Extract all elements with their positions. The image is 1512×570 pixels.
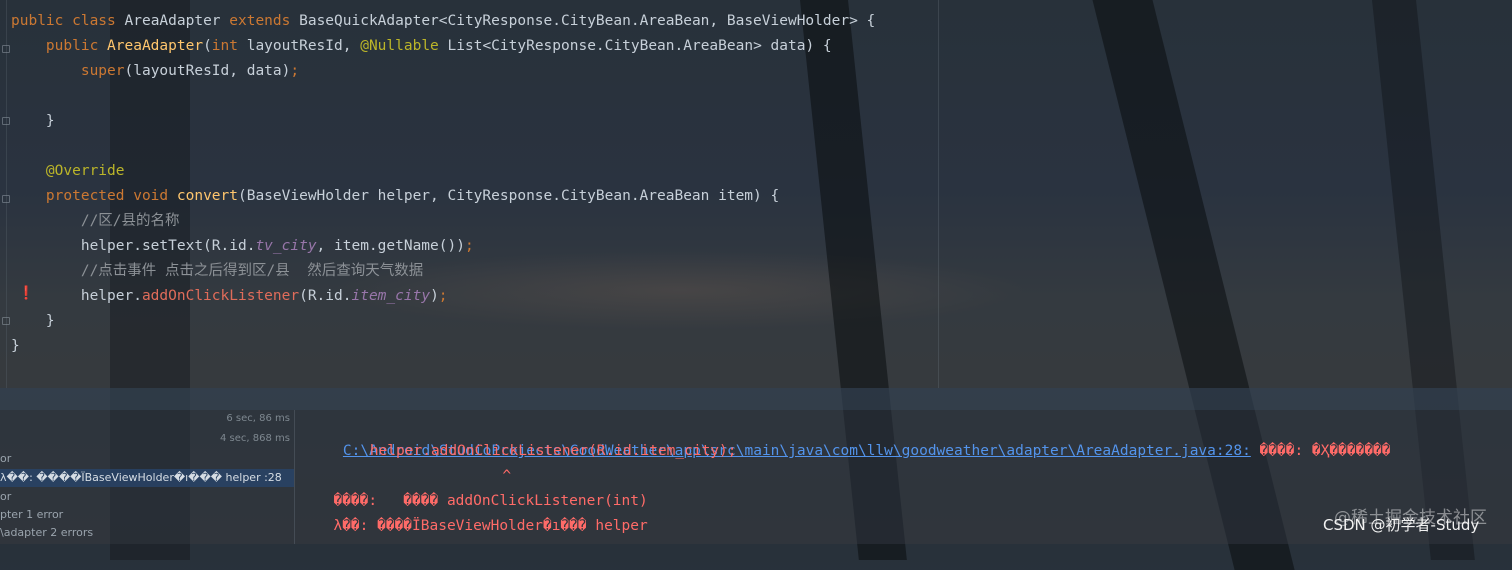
code-token: (R.id.: [299, 288, 352, 304]
code-line[interactable]: //点击事件 点击之后得到区/县 然后查询天气数据: [11, 259, 423, 284]
code-line[interactable]: public AreaAdapter(int layoutResId, @Nul…: [11, 34, 832, 59]
console-code-line: helper.addOnClickListener(R.id.item_city…: [300, 443, 737, 459]
code-token: }: [11, 338, 20, 354]
code-token: addOnClickListener: [141, 288, 300, 304]
code-token: protected void: [11, 188, 177, 204]
code-token: (layoutResId, data): [124, 63, 291, 79]
build-tree[interactable]: 6 sec, 86 ms 4 sec, 868 ms or λ��: ����ΪBas…: [0, 410, 295, 544]
console-symbol-line: ����: ���� addOnClickListener(int): [316, 493, 648, 509]
code-line[interactable]: public class AreaAdapter extends BaseQui…: [11, 9, 875, 34]
code-editor[interactable]: public class AreaAdapter extends BaseQui…: [0, 0, 1512, 388]
build-tree-time: 4 sec, 868 ms: [220, 433, 290, 444]
code-token: (BaseViewHolder helper, CityResponse.Cit…: [237, 188, 780, 204]
code-token: , item.getName()): [316, 238, 465, 254]
build-tree-label: or: [0, 452, 12, 465]
code-token: //点击事件 点击之后得到区/县 然后查询天气数据: [11, 263, 424, 279]
code-line[interactable]: }: [11, 309, 55, 334]
console-location-line: λ��: ����ΪBaseViewHolder�ı��� helper: [316, 518, 648, 534]
build-tree-row[interactable]: 4 sec, 868 ms: [0, 430, 294, 448]
build-tree-row[interactable]: pter 1 error: [0, 506, 294, 524]
fold-marker[interactable]: [2, 117, 10, 125]
code-token: List<CityResponse.CityBean.AreaBean> dat…: [447, 38, 832, 54]
code-token: BaseQuickAdapter<CityResponse.CityBean.A…: [299, 13, 876, 29]
code-token: super: [11, 63, 125, 79]
error-message: ����: �Ҳ�������: [1250, 443, 1391, 459]
code-token: }: [11, 313, 55, 329]
code-line[interactable]: @Override: [11, 159, 125, 184]
gutter-divider: [6, 0, 7, 388]
code-token: (: [203, 38, 212, 54]
code-line[interactable]: helper.setText(R.id.tv_city, item.getNam…: [11, 234, 474, 259]
code-line[interactable]: helper.addOnClickListener(R.id.item_city…: [11, 284, 448, 309]
code-token: }: [11, 113, 55, 129]
code-token: ;: [438, 288, 448, 304]
error-bulb-icon[interactable]: ❗: [18, 286, 34, 301]
code-token: layoutResId,: [246, 38, 361, 54]
fold-marker[interactable]: [2, 195, 10, 203]
fold-marker[interactable]: [2, 45, 10, 53]
code-line[interactable]: }: [11, 334, 20, 359]
build-tree-row[interactable]: or: [0, 488, 294, 506]
code-token: @Nullable: [360, 38, 448, 54]
fold-marker[interactable]: [2, 317, 10, 325]
build-tree-time: 6 sec, 86 ms: [226, 413, 290, 424]
code-token: extends: [229, 13, 300, 29]
code-token: AreaAdapter: [107, 38, 204, 54]
code-token: ;: [464, 238, 474, 254]
build-tree-label: or: [0, 490, 12, 503]
code-token: AreaAdapter: [124, 13, 230, 29]
code-line[interactable]: protected void convert(BaseViewHolder he…: [11, 184, 779, 209]
build-tree-row[interactable]: λ��: ����ΪBaseViewHolder�ı��� helper :28: [0, 469, 294, 487]
code-token: int: [211, 38, 247, 54]
build-tree-label: λ��: ����ΪBaseViewHolder�ı��� helper :28: [0, 471, 282, 484]
code-token: ;: [290, 63, 300, 79]
watermark-author: CSDN @初学者-Study: [1323, 516, 1480, 534]
build-panel-toolbar: [0, 388, 1512, 410]
build-tree-row[interactable]: or: [0, 450, 294, 468]
code-token: //区/县的名称: [11, 213, 180, 229]
code-token: item_city: [351, 288, 431, 304]
code-line[interactable]: super(layoutResId, data);: [11, 59, 299, 84]
code-token: @Override: [11, 163, 125, 179]
console-caret-line: ^: [354, 468, 512, 484]
code-token: public: [11, 38, 108, 54]
code-token: tv_city: [255, 238, 317, 254]
code-line[interactable]: //区/县的名称: [11, 209, 180, 234]
right-margin-guide: [938, 0, 939, 388]
code-token: public class: [11, 13, 125, 29]
code-line[interactable]: }: [11, 109, 55, 134]
build-tree-row[interactable]: 6 sec, 86 ms: [0, 410, 294, 428]
build-tree-row[interactable]: \adapter 2 errors: [0, 524, 294, 542]
code-token: convert: [176, 188, 238, 204]
code-token: helper.setText(R.id.: [11, 238, 256, 254]
code-token: ): [430, 288, 439, 304]
console-path-line: C:\Android\StudioProjects\GoodWeather\ap…: [308, 414, 1391, 459]
build-tree-label: pter 1 error: [0, 508, 64, 521]
build-tree-label: \adapter 2 errors: [0, 526, 94, 539]
